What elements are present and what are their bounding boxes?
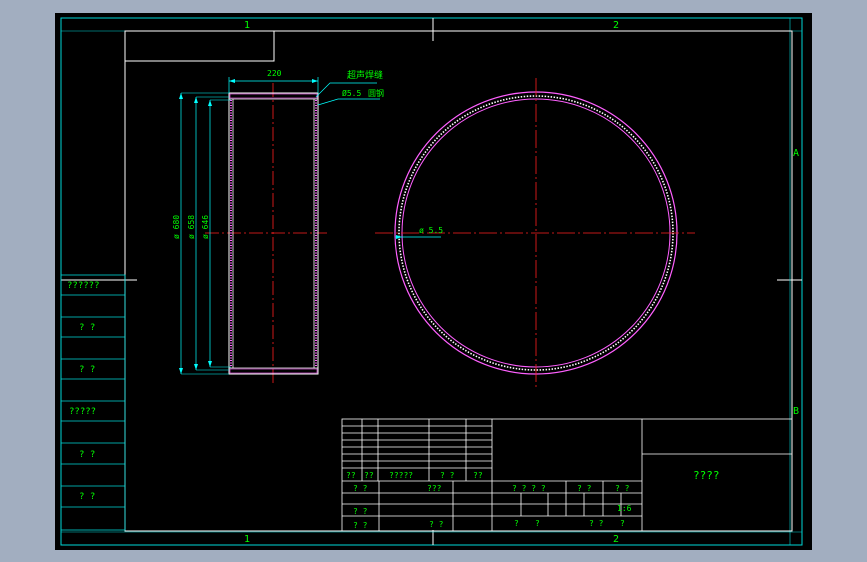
zone-col-2-top: 2 [613,20,619,31]
cad-drawing: 1 2 1 2 A B ?????? ? ? ? ? ????? ? ? ? ? [60,17,803,546]
rev-header-1: ?? [346,471,356,480]
zone-row-b: B [793,406,799,417]
sign-row-3: ? ? [353,507,368,516]
diameter-label-middle: ø 658 [187,215,196,239]
code-box [125,31,275,62]
left-strip-label-4: ????? [69,407,96,417]
left-strip-label-1: ?????? [67,281,100,291]
sheet-label-4: ? [620,519,625,528]
diameter-label-inner: ø 646 [201,215,210,239]
outer-frame [60,17,803,546]
sign-row-5: ? ? [429,520,444,529]
weld-annotation: 超声焊缝 [347,69,383,81]
zone-col-1-top: 1 [244,20,250,31]
thickness-annotation: Ø5.5 [342,88,361,98]
sign-row-1: ? ? [353,484,368,493]
top-dimension-label: 220 [267,69,282,78]
rev-header-3: ????? [389,471,413,480]
material-annotation: 圆钢 [368,88,384,98]
left-strip-label-5: ? ? [79,450,95,460]
sheet-label-3: ? ? [589,519,604,528]
zone-col-1-bottom: 1 [244,534,250,545]
zone-row-a: A [793,148,799,159]
left-strip-label-3: ? ? [79,365,95,375]
sign-row-4: ? ? [353,521,368,530]
diameter-label-outer: ø 680 [172,215,181,239]
drawing-sheet: 1 2 1 2 A B ?????? ? ? ? ? ????? ? ? ? ? [55,13,812,550]
sign-row-2: ??? [427,484,442,493]
left-strip-label-6: ? ? [79,492,95,502]
sheet-label-1: ? [514,519,519,528]
rev-header-2: ?? [364,471,374,480]
drawing-title: ???? [693,469,720,482]
rev-header-5: ?? [473,471,483,480]
left-strip-label-2: ? ? [79,323,95,333]
rev-header-4: ? ? [440,471,455,480]
inner-frame [124,30,793,532]
zone-col-2-bottom: 2 [613,534,619,545]
ring-thickness-label: ø 5.5 [419,226,443,235]
sheet-label-2: ? [535,519,540,528]
scale-header-1: ? ? ? ? [512,484,546,493]
scale-header-3: ? ? [615,484,630,493]
scale-header-2: ? ? [577,484,592,493]
scale-value: 1:6 [617,504,632,513]
